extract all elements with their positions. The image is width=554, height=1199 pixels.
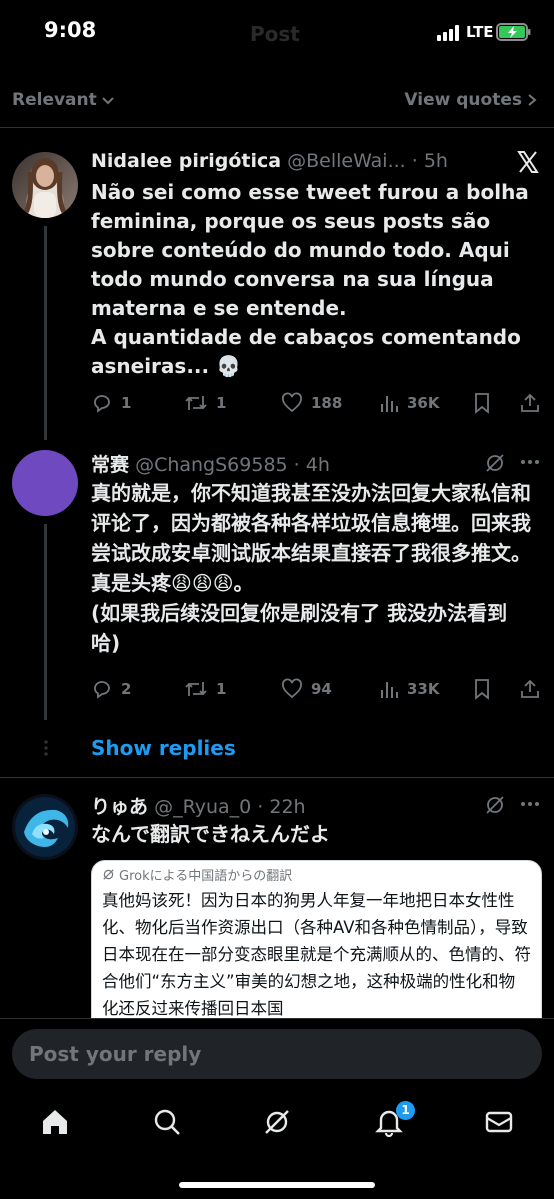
tweet-header: 常赛 @ChangS69585 · 4h (91, 450, 330, 477)
reply-button[interactable]: 1 (91, 392, 131, 414)
view-quotes-label: View quotes (404, 90, 522, 110)
avatar[interactable] (12, 794, 78, 860)
thread-line (44, 226, 47, 440)
grok-icon[interactable] (484, 794, 506, 816)
views-count: 36K (407, 394, 440, 412)
search-icon[interactable] (152, 1107, 182, 1137)
view-quotes-link[interactable]: View quotes (404, 90, 538, 110)
signal-icon (437, 25, 459, 41)
avatar-photo (23, 158, 67, 218)
reply-composer: Post your reply (0, 1018, 554, 1091)
like-icon (282, 392, 302, 413)
like-count: 188 (311, 394, 343, 412)
reply-icon (94, 681, 110, 699)
like-icon (282, 678, 302, 699)
reply-input[interactable]: Post your reply (12, 1029, 542, 1079)
bottom-nav: 1 (0, 1091, 554, 1199)
tweet-text: なんで翻訳できねえんだよ (91, 822, 330, 846)
chevron-down-icon (102, 97, 114, 105)
notification-badge: 1 (396, 1101, 415, 1120)
reply-icon (94, 395, 110, 413)
reply-filter-bar: Relevant View quotes (0, 80, 554, 128)
battery-icon (496, 23, 531, 41)
reply-placeholder: Post your reply (29, 1042, 202, 1066)
share-icon[interactable] (519, 678, 541, 700)
handle[interactable]: @_Ryua_0 (154, 796, 251, 818)
like-count: 94 (311, 680, 332, 698)
like-button[interactable]: 188 (281, 392, 342, 414)
more-icon[interactable] (520, 459, 540, 465)
views-icon (381, 396, 398, 412)
views-count: 33K (407, 680, 440, 698)
tweet-text: 真的就是，你不知道我甚至没办法回复大家私信和评论了，因为都被各种各样垃圾信息掩埋… (91, 481, 531, 655)
share-icon[interactable] (519, 392, 541, 414)
status-bar: 9:08 Post LTE (0, 0, 554, 68)
avatar-photo (15, 797, 75, 857)
mail-icon[interactable] (484, 1107, 514, 1137)
reply-tweet[interactable]: 常赛 @ChangS69585 · 4h 真的就是，你不知道我甚至没办法回复大家… (0, 450, 554, 735)
display-name[interactable]: 常赛 (91, 454, 129, 476)
thread-line (44, 524, 47, 720)
divider (0, 777, 554, 778)
views-button[interactable]: 36K (379, 392, 440, 414)
status-time: 9:08 (44, 18, 97, 42)
repost-icon (185, 396, 207, 410)
grok-icon (103, 869, 114, 880)
sort-label: Relevant (12, 90, 97, 110)
bookmark-icon[interactable] (472, 392, 492, 414)
tweet-actions: 2 1 94 33K (91, 678, 541, 702)
views-button[interactable]: 33K (379, 678, 440, 700)
network-type: LTE (466, 23, 494, 41)
views-icon (381, 682, 398, 698)
avatar[interactable] (12, 152, 78, 218)
sort-dropdown[interactable]: Relevant (12, 90, 115, 110)
translation-label: Grokによる中国語からの翻訳 (119, 869, 293, 884)
grok-nav-icon[interactable] (262, 1107, 292, 1137)
header-title: Post (250, 22, 300, 46)
show-replies-link[interactable]: Show replies (91, 736, 236, 760)
reply-count: 2 (121, 680, 132, 698)
chevron-right-icon (528, 94, 537, 106)
repost-count: 1 (216, 680, 227, 698)
translation-header: Grokによる中国語からの翻訳 (102, 865, 292, 884)
home-icon[interactable] (40, 1107, 70, 1137)
repost-count: 1 (216, 394, 227, 412)
tweet-header: Nidalee pirigótica @BelleWai... · 5h (91, 150, 448, 172)
more-icon[interactable] (520, 801, 540, 807)
tweet-text: Não sei como esse tweet furou a bolha fe… (91, 180, 529, 378)
thread-dots-icon (44, 740, 48, 756)
timestamp: · 5h (411, 150, 448, 172)
reply-count: 1 (121, 394, 132, 412)
reply-button[interactable]: 2 (91, 678, 131, 700)
reply-tweet[interactable]: Nidalee pirigótica @BelleWai... · 5h Não… (0, 140, 554, 450)
repost-icon (185, 682, 207, 696)
avatar[interactable] (12, 450, 78, 516)
x-logo-icon[interactable] (516, 150, 540, 174)
home-indicator (179, 1182, 375, 1188)
timestamp: · 4h (293, 454, 330, 476)
repost-button[interactable]: 1 (184, 392, 226, 414)
handle[interactable]: @BelleWai... (287, 150, 406, 172)
like-button[interactable]: 94 (281, 678, 332, 700)
bookmark-icon[interactable] (472, 678, 492, 700)
display-name[interactable]: りゅあ (91, 796, 148, 818)
repost-button[interactable]: 1 (184, 678, 226, 700)
grok-icon[interactable] (484, 452, 506, 474)
translation-text: 真他妈该死！因为日本的狗男人年复一年地把日本女性性化、物化后当作资源出口（各种A… (102, 891, 531, 1018)
tweet-actions: 1 1 188 36K (91, 392, 541, 416)
timestamp: · 22h (257, 796, 306, 818)
display-name[interactable]: Nidalee pirigótica (91, 150, 281, 172)
tweet-header: りゅあ @_Ryua_0 · 22h (91, 792, 306, 819)
handle[interactable]: @ChangS69585 (135, 454, 288, 476)
